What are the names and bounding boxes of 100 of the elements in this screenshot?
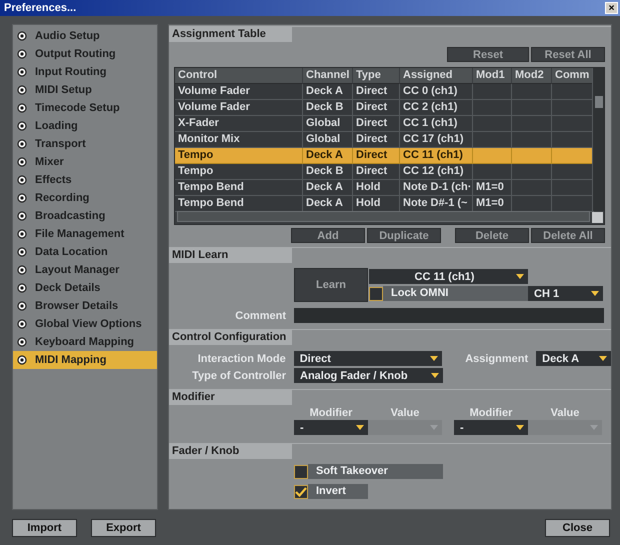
assigned-dropdown[interactable]: CC 11 (ch1) [369,269,528,284]
table-cell[interactable] [552,132,594,148]
table-cell[interactable]: Note D#-1 (~ [400,196,473,212]
table-cell[interactable]: Tempo [175,148,303,164]
sidebar-item[interactable]: Broadcasting [13,207,157,225]
learn-button[interactable]: Learn [294,268,368,302]
modifier-dropdown[interactable]: - [454,420,528,435]
table-cell[interactable]: CC 0 (ch1) [400,84,473,100]
table-cell[interactable]: Deck B [303,100,353,116]
table-cell[interactable]: Tempo Bend [175,180,303,196]
table-cell[interactable] [512,84,552,100]
table-cell[interactable] [552,116,594,132]
table-action-button[interactable]: Add [291,228,365,243]
table-action-button[interactable]: Delete [455,228,529,243]
table-cell[interactable] [473,148,512,164]
table-cell[interactable]: M1=0 [473,180,512,196]
table-cell[interactable]: Direct [353,148,400,164]
controller-type-dropdown[interactable]: Analog Fader / Knob [294,368,443,383]
table-cell[interactable] [512,132,552,148]
table-action-button[interactable]: Reset All [531,47,605,62]
table-cell[interactable]: Tempo [175,164,303,180]
table-cell[interactable] [552,164,594,180]
table-cell[interactable] [552,180,594,196]
checkbox[interactable] [369,286,383,300]
sidebar-item[interactable]: Effects [13,171,157,189]
table-cell[interactable] [512,116,552,132]
table-cell[interactable]: Volume Fader [175,100,303,116]
table-cell[interactable] [512,148,552,164]
assignment-dropdown[interactable]: Deck A [536,351,612,366]
table-cell[interactable]: Note D-1 (ch· [400,180,473,196]
comment-field[interactable] [294,308,604,323]
close-dialog-button[interactable]: Close [545,518,610,536]
table-cell[interactable]: Deck A [303,180,353,196]
column-header[interactable]: Type [353,68,400,84]
sidebar-item[interactable]: Global View Options [13,315,157,333]
checkbox[interactable] [294,484,308,498]
sidebar-item[interactable]: Browser Details [13,297,157,315]
sidebar-item[interactable]: Data Location [13,243,157,261]
table-cell[interactable] [552,148,594,164]
table-cell[interactable]: Direct [353,84,400,100]
sidebar-item[interactable]: MIDI Mapping [13,351,157,369]
table-cell[interactable]: CC 11 (ch1) [400,148,473,164]
table-cell[interactable] [512,180,552,196]
interaction-mode-dropdown[interactable]: Direct [294,351,442,366]
table-cell[interactable] [512,164,552,180]
table-cell[interactable]: Global [303,116,353,132]
table-cell[interactable]: Monitor Mix [175,132,303,148]
table-cell[interactable]: Deck A [303,148,353,164]
table-cell[interactable]: CC 17 (ch1) [400,132,473,148]
close-button[interactable]: × [605,2,618,14]
column-header[interactable]: Channel [303,68,353,84]
table-cell[interactable]: Deck A [303,196,353,212]
table-cell[interactable]: Deck B [303,164,353,180]
table-cell[interactable]: CC 2 (ch1) [400,100,473,116]
table-cell[interactable]: Hold [353,196,400,212]
value-dropdown[interactable] [528,420,602,435]
table-cell[interactable] [473,84,512,100]
vertical-scrollbar[interactable] [592,68,604,211]
table-cell[interactable] [512,196,552,212]
checkbox[interactable] [294,464,308,478]
table-cell[interactable]: M1=0 [473,196,512,212]
sidebar-item[interactable]: File Management [13,225,157,243]
table-cell[interactable] [473,132,512,148]
table-cell[interactable]: Direct [353,100,400,116]
sidebar-item[interactable]: Audio Setup [13,27,157,45]
sidebar-item[interactable]: Loading [13,117,157,135]
table-cell[interactable]: CC 12 (ch1) [400,164,473,180]
column-header[interactable]: Control [175,68,303,84]
table-cell[interactable]: Tempo Bend [175,196,303,212]
sidebar-item[interactable]: MIDI Setup [13,81,157,99]
table-cell[interactable] [552,196,594,212]
table-cell[interactable]: Direct [353,164,400,180]
table-cell[interactable]: X-Fader [175,116,303,132]
scrollbar-thumb[interactable] [595,96,603,108]
modifier-dropdown[interactable]: - [294,420,368,435]
table-cell[interactable] [473,116,512,132]
table-action-button[interactable]: Delete All [531,228,605,243]
table-action-button[interactable]: Duplicate [367,228,441,243]
table-cell[interactable] [552,100,594,116]
footer-button[interactable]: Export [91,518,156,536]
column-header[interactable]: Comm [552,68,594,84]
table-cell[interactable]: Volume Fader [175,84,303,100]
column-header[interactable]: Mod1 [473,68,512,84]
sidebar-item[interactable]: Timecode Setup [13,99,157,117]
column-header[interactable]: Assigned [400,68,473,84]
table-cell[interactable] [473,164,512,180]
sidebar-item[interactable]: Keyboard Mapping [13,333,157,351]
footer-button[interactable]: Import [12,518,77,536]
table-cell[interactable]: CC 1 (ch1) [400,116,473,132]
channel-dropdown[interactable]: CH 1 [528,286,603,301]
table-cell[interactable]: Direct [353,132,400,148]
sidebar-item[interactable]: Mixer [13,153,157,171]
sidebar-item[interactable]: Recording [13,189,157,207]
horizontal-scrollbar[interactable] [177,211,590,222]
sidebar-item[interactable]: Output Routing [13,45,157,63]
table-cell[interactable]: Global [303,132,353,148]
column-header[interactable]: Mod2 [512,68,552,84]
table-cell[interactable] [473,100,512,116]
value-dropdown[interactable] [368,420,442,435]
table-cell[interactable] [552,84,594,100]
